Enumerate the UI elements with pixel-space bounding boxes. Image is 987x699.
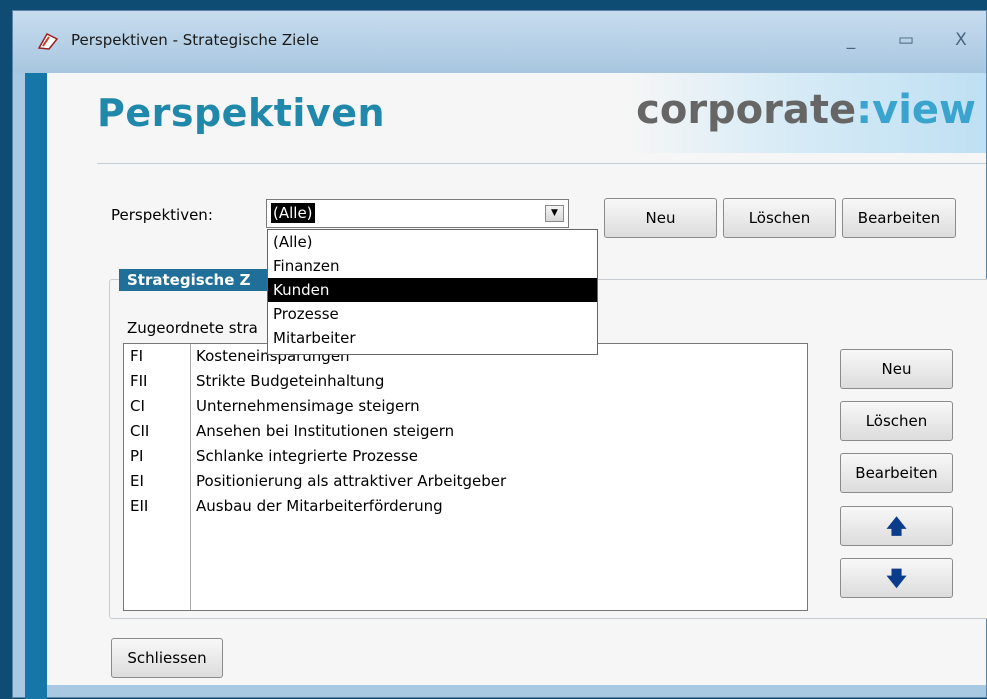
logo-separator: :: [856, 87, 873, 133]
move-down-button[interactable]: 🡇: [840, 558, 953, 598]
chevron-down-icon[interactable]: ▼: [545, 205, 564, 222]
left-accent-bar: [25, 73, 47, 699]
goal-code: CI: [130, 397, 145, 415]
app-icon: [37, 33, 59, 50]
goal-code: EII: [130, 497, 149, 515]
neu-button[interactable]: Neu: [840, 349, 953, 389]
window-title: Perspektiven - Strategische Ziele: [71, 31, 319, 49]
goal-code: CII: [130, 422, 150, 440]
dropdown-option[interactable]: (Alle): [268, 230, 597, 254]
goal-name: Ausbau der Mitarbeiterförderung: [196, 497, 443, 515]
perspektiven-dropdown-list[interactable]: (Alle) Finanzen Kunden Prozesse Mitarbei…: [267, 229, 598, 355]
neu-button-top[interactable]: Neu: [604, 198, 717, 238]
perspektiven-label: Perspektiven:: [111, 206, 213, 224]
list-item[interactable]: PI Schlanke integrierte Prozesse: [124, 444, 807, 469]
goal-code: PI: [130, 447, 144, 465]
goal-code: FI: [130, 347, 144, 365]
goal-name: Strikte Budgeteinhaltung: [196, 372, 385, 390]
maximize-button[interactable]: ▭: [890, 25, 922, 55]
goal-name: Schlanke integrierte Prozesse: [196, 447, 418, 465]
logo-part-1: corporate: [636, 87, 857, 133]
title-bar[interactable]: Perspektiven - Strategische Ziele _ ▭ X: [13, 11, 986, 73]
dropdown-option[interactable]: Mitarbeiter: [268, 326, 597, 350]
perspektiven-select-value: (Alle): [271, 203, 315, 223]
bearbeiten-button-top[interactable]: Bearbeiten: [842, 198, 956, 238]
bearbeiten-button[interactable]: Bearbeiten: [840, 453, 953, 493]
arrow-down-icon: 🡇: [886, 566, 907, 590]
list-item[interactable]: CI Unternehmensimage steigern: [124, 394, 807, 419]
goal-name: Unternehmensimage steigern: [196, 397, 420, 415]
list-item[interactable]: CII Ansehen bei Institutionen steigern: [124, 419, 807, 444]
dialog-client-area: Perspektiven corporate:view Perspektiven…: [47, 73, 987, 685]
goal-code: EI: [130, 472, 144, 490]
arrow-up-icon: 🡅: [886, 514, 907, 538]
application-window: Perspektiven - Strategische Ziele _ ▭ X …: [12, 10, 987, 699]
close-button[interactable]: X: [945, 25, 977, 55]
header-divider: [97, 163, 986, 164]
list-item[interactable]: EI Positionierung als attraktiver Arbeit…: [124, 469, 807, 494]
goal-code: FII: [130, 372, 148, 390]
logo-text: corporate:view: [636, 87, 976, 133]
dropdown-option-highlighted[interactable]: Kunden: [268, 278, 597, 302]
move-up-button[interactable]: 🡅: [840, 506, 953, 546]
loeschen-button[interactable]: Löschen: [840, 401, 953, 441]
schliessen-button[interactable]: Schliessen: [111, 638, 223, 678]
page-title: Perspektiven: [97, 91, 386, 135]
logo-part-2: view: [872, 87, 976, 133]
dropdown-option[interactable]: Finanzen: [268, 254, 597, 278]
minimize-button[interactable]: _: [835, 25, 867, 55]
perspektiven-select[interactable]: (Alle) ▼: [266, 199, 569, 228]
list-item[interactable]: FII Strikte Budgeteinhaltung: [124, 369, 807, 394]
logo: corporate:view: [626, 73, 986, 153]
loeschen-button-top[interactable]: Löschen: [723, 198, 836, 238]
goal-name: Positionierung als attraktiver Arbeitgeb…: [196, 472, 507, 490]
goal-name: Ansehen bei Institutionen steigern: [196, 422, 455, 440]
goals-list[interactable]: FI Kosteneinsparungen FII Strikte Budget…: [123, 343, 808, 611]
list-item[interactable]: EII Ausbau der Mitarbeiterförderung: [124, 494, 807, 519]
list-label: Zugeordnete stra: [127, 319, 258, 337]
dropdown-option[interactable]: Prozesse: [268, 302, 597, 326]
